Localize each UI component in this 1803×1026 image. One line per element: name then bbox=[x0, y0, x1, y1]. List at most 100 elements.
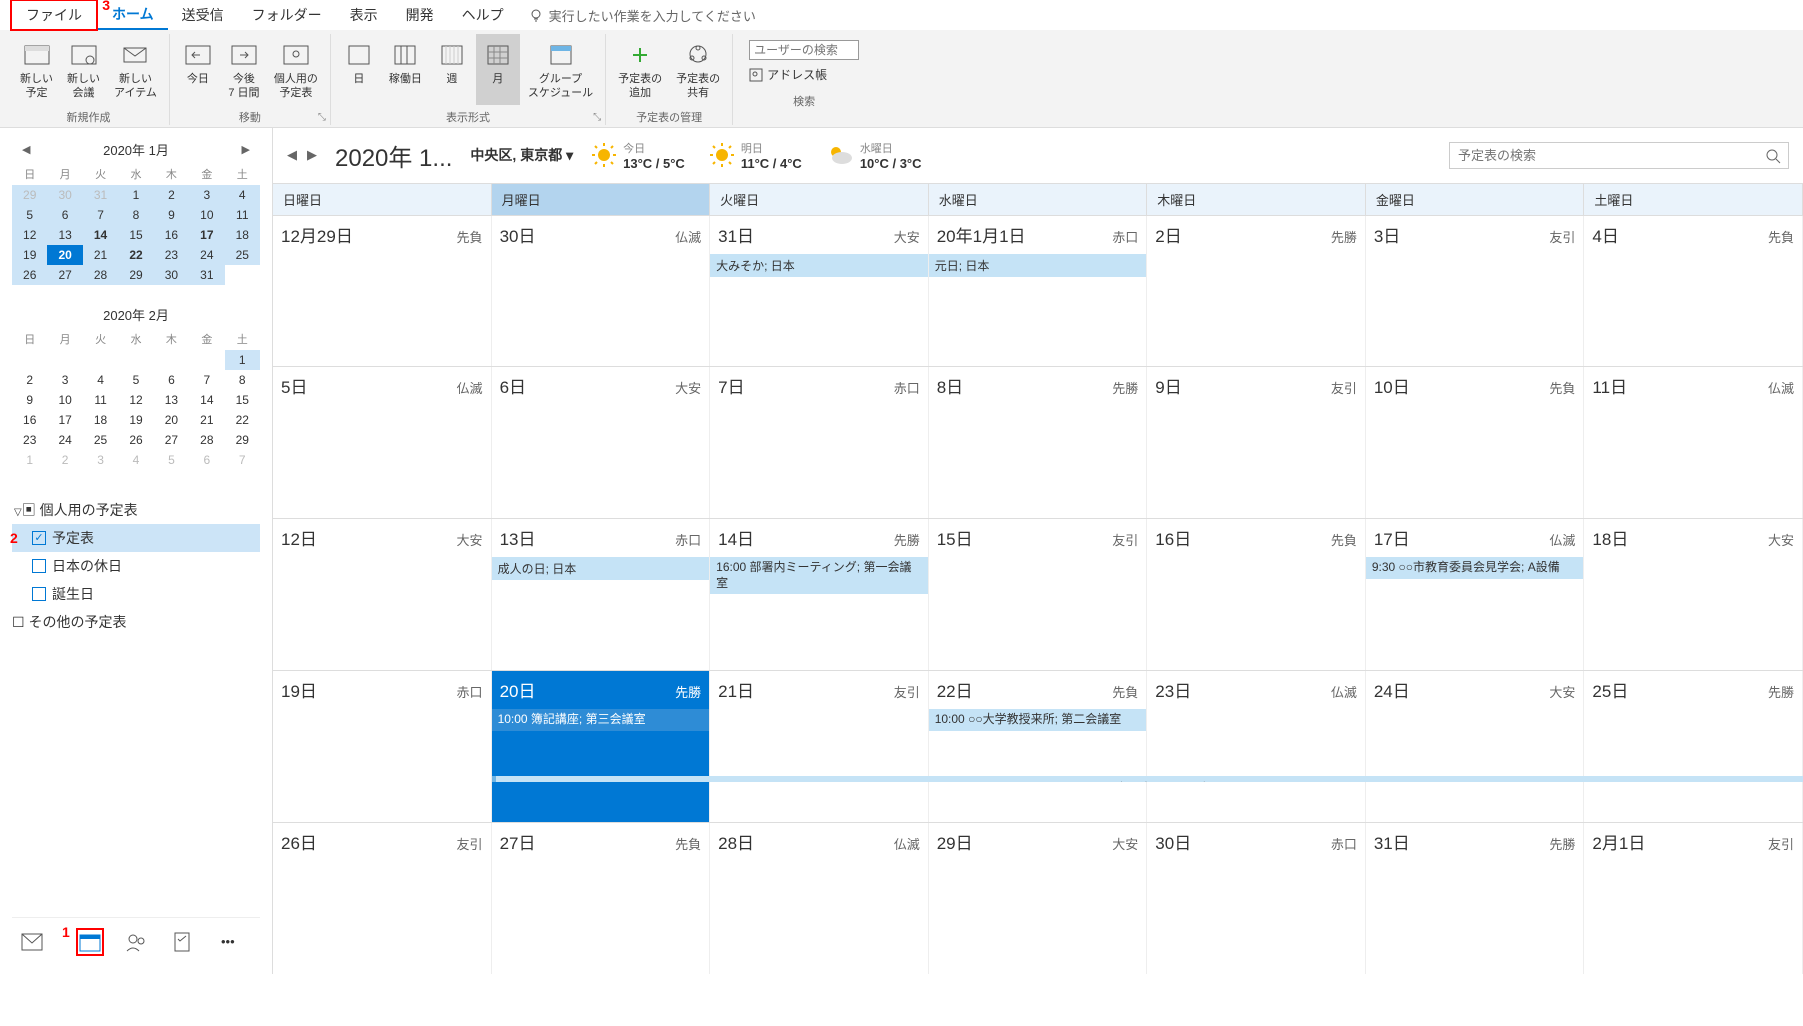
mini-cal-next[interactable]: ▶ bbox=[242, 143, 250, 156]
mini-day[interactable]: 7 bbox=[189, 370, 224, 390]
mini-day[interactable]: 3 bbox=[47, 370, 82, 390]
mini-day[interactable]: 18 bbox=[83, 410, 118, 430]
calendar-list-item[interactable]: 誕生日 bbox=[12, 580, 260, 608]
mini-day[interactable]: 24 bbox=[189, 245, 224, 265]
day-cell[interactable]: 30日仏滅 bbox=[492, 216, 711, 367]
weather-item[interactable]: 明日11°C / 4°C bbox=[709, 140, 802, 171]
mini-day[interactable]: 29 bbox=[118, 265, 153, 285]
day-cell[interactable]: 30日赤口 bbox=[1147, 823, 1366, 974]
new-meeting-button[interactable]: 新しい 会議 bbox=[61, 34, 106, 105]
mini-day[interactable]: 16 bbox=[154, 225, 189, 245]
mini-day[interactable]: 15 bbox=[225, 390, 260, 410]
mini-day[interactable]: 15 bbox=[118, 225, 153, 245]
checkbox-icon[interactable] bbox=[32, 559, 46, 573]
mini-day[interactable]: 26 bbox=[12, 265, 47, 285]
mini-day[interactable]: 1 bbox=[118, 185, 153, 205]
mini-day[interactable]: 31 bbox=[189, 265, 224, 285]
cal-next-button[interactable]: ▶ bbox=[307, 147, 317, 163]
calendar-event[interactable]: 大みそか; 日本 bbox=[710, 254, 928, 277]
location-dropdown[interactable]: 中央区, 東京都 ▾ bbox=[470, 145, 573, 165]
mini-day[interactable]: 4 bbox=[225, 185, 260, 205]
share-calendar-button[interactable]: 予定表の 共有 bbox=[670, 34, 726, 105]
mini-day[interactable]: 25 bbox=[225, 245, 260, 265]
day-cell[interactable]: 9日友引 bbox=[1147, 367, 1366, 518]
mini-day[interactable]: 30 bbox=[47, 185, 82, 205]
mini-day[interactable]: 11 bbox=[225, 205, 260, 225]
day-cell[interactable]: 18日大安 bbox=[1584, 519, 1803, 670]
mini-day[interactable]: 8 bbox=[118, 205, 153, 225]
mini-day[interactable]: 6 bbox=[189, 450, 224, 470]
mini-day[interactable]: 12 bbox=[118, 390, 153, 410]
mini-day[interactable]: 29 bbox=[12, 185, 47, 205]
day-cell[interactable]: 22日先負10:00 ○○大学教授来所; 第二会議室 bbox=[929, 671, 1148, 822]
calendar-event[interactable]: 16:00 部署内ミーティング; 第一会議室 bbox=[710, 557, 928, 594]
mail-nav-icon[interactable] bbox=[18, 928, 46, 956]
calendar-list-item[interactable]: 2✓予定表 bbox=[12, 524, 260, 552]
mini-day[interactable]: 29 bbox=[225, 430, 260, 450]
mini-day[interactable]: 13 bbox=[47, 225, 82, 245]
add-calendar-button[interactable]: 予定表の 追加 bbox=[612, 34, 668, 105]
mini-cal-prev[interactable]: ◀ bbox=[22, 143, 30, 156]
mini-day[interactable]: 19 bbox=[12, 245, 47, 265]
mini-day[interactable]: 22 bbox=[225, 410, 260, 430]
address-book-button[interactable]: アドレス帳 bbox=[749, 66, 859, 83]
day-cell[interactable]: 16日先負 bbox=[1147, 519, 1366, 670]
new-appointment-button[interactable]: 新しい 予定 bbox=[14, 34, 59, 105]
day-cell[interactable]: 25日先勝 bbox=[1584, 671, 1803, 822]
mini-day[interactable]: 1 bbox=[225, 350, 260, 370]
day-cell[interactable]: 17日仏滅9:30 ○○市教育委員会見学会; A設備 bbox=[1366, 519, 1585, 670]
mini-day[interactable]: 27 bbox=[47, 265, 82, 285]
mini-day[interactable]: 4 bbox=[118, 450, 153, 470]
mini-day[interactable]: 16 bbox=[12, 410, 47, 430]
mini-day[interactable]: 6 bbox=[47, 205, 82, 225]
mini-day[interactable]: 3 bbox=[189, 185, 224, 205]
menu-folder[interactable]: フォルダー bbox=[238, 1, 336, 29]
mini-day[interactable]: 23 bbox=[12, 430, 47, 450]
day-cell[interactable]: 14日先勝16:00 部署内ミーティング; 第一会議室 bbox=[710, 519, 929, 670]
mini-day[interactable]: 26 bbox=[118, 430, 153, 450]
checkbox-icon[interactable] bbox=[32, 587, 46, 601]
mini-day[interactable]: 2 bbox=[47, 450, 82, 470]
mini-day[interactable]: 5 bbox=[12, 205, 47, 225]
mini-day[interactable]: 8 bbox=[225, 370, 260, 390]
mini-day[interactable]: 10 bbox=[189, 205, 224, 225]
day-cell[interactable]: 15日友引 bbox=[929, 519, 1148, 670]
mini-day[interactable]: 18 bbox=[225, 225, 260, 245]
checkbox-icon[interactable]: ✓ bbox=[32, 531, 46, 545]
day-cell[interactable]: 3日友引 bbox=[1366, 216, 1585, 367]
day-cell[interactable]: 7日赤口 bbox=[710, 367, 929, 518]
day-cell[interactable]: 8日先勝 bbox=[929, 367, 1148, 518]
next-7-days-button[interactable]: 今後 7 日間 bbox=[222, 34, 266, 105]
day-cell[interactable]: 6日大安 bbox=[492, 367, 711, 518]
mini-day[interactable]: 23 bbox=[154, 245, 189, 265]
tell-me-search[interactable]: 実行したい作業を入力してください bbox=[528, 6, 756, 25]
mini-day[interactable]: 1 bbox=[12, 450, 47, 470]
personal-calendar-button[interactable]: 個人用の 予定表 bbox=[268, 34, 324, 105]
group-schedule-button[interactable]: グループ スケジュール bbox=[522, 34, 599, 105]
day-cell[interactable]: 2月1日友引 bbox=[1584, 823, 1803, 974]
calendar-nav-icon[interactable] bbox=[76, 928, 104, 956]
mini-day[interactable]: 17 bbox=[47, 410, 82, 430]
day-view-button[interactable]: 日 bbox=[337, 34, 381, 105]
day-cell[interactable]: 24日大安 bbox=[1366, 671, 1585, 822]
mini-day[interactable]: 3 bbox=[83, 450, 118, 470]
mini-day[interactable]: 27 bbox=[154, 430, 189, 450]
dialog-launcher-icon[interactable]: ⤡ bbox=[318, 112, 326, 123]
weather-item[interactable]: 水曜日10°C / 3°C bbox=[826, 140, 922, 171]
mini-day[interactable]: 5 bbox=[118, 370, 153, 390]
menu-view[interactable]: 表示 bbox=[336, 1, 392, 29]
day-cell[interactable]: 31日大安大みそか; 日本 bbox=[710, 216, 929, 367]
more-nav-icon[interactable]: ••• bbox=[214, 928, 242, 956]
mini-day[interactable]: 25 bbox=[83, 430, 118, 450]
mini-day[interactable]: 2 bbox=[12, 370, 47, 390]
mini-day[interactable]: 22 bbox=[118, 245, 153, 265]
day-cell[interactable]: 26日友引 bbox=[273, 823, 492, 974]
mini-day[interactable]: 11 bbox=[83, 390, 118, 410]
other-calendars-header[interactable]: ☐ その他の予定表 bbox=[12, 608, 260, 636]
day-cell[interactable]: 4日先負 bbox=[1584, 216, 1803, 367]
mini-day[interactable]: 19 bbox=[118, 410, 153, 430]
calendar-event[interactable]: 9:30 ○○市教育委員会見学会; A設備 bbox=[1366, 557, 1584, 579]
day-cell[interactable]: 12月29日先負 bbox=[273, 216, 492, 367]
day-cell[interactable]: 31日先勝 bbox=[1366, 823, 1585, 974]
mini-day[interactable]: 10 bbox=[47, 390, 82, 410]
